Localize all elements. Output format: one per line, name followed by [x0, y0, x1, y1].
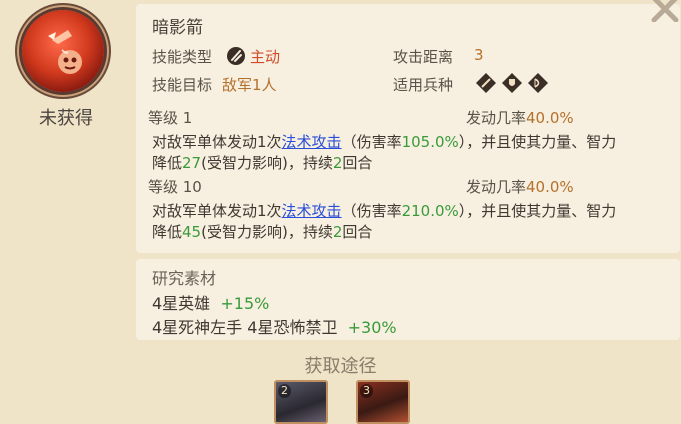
close-button[interactable] [650, 0, 680, 23]
acquire-route-title: 获取途径 [304, 356, 377, 377]
desc-text: ），并且使其力量、智力 [458, 133, 617, 151]
desc-text: ），并且使其力量、智力 [458, 202, 617, 220]
level-1-trigger-rate: 发动几率40.0% [466, 107, 574, 128]
level-1-label: 等级 1 [148, 109, 193, 127]
desc-text: 降低 [152, 154, 183, 172]
attack-range-value: 3 [474, 46, 484, 64]
skill-target-label: 技能目标 [152, 76, 213, 94]
desc-text: 对敌军单体发动1次 [152, 133, 282, 151]
unit-type-icons [476, 72, 554, 93]
desc-text: （伤害率 [341, 202, 402, 220]
sword-icon [476, 72, 496, 93]
research-row: 4星英雄 +15% [152, 290, 269, 314]
shadow-arrow-icon [48, 30, 82, 74]
level-10-description: 对敌军单体发动1次法术攻击（伤害率210.0%），并且使其力量、智力 降低45(… [152, 201, 616, 243]
turns-value: 2 [332, 154, 343, 172]
research-material-text: 4星死神左手 4星恐怖禁卫 [152, 318, 338, 337]
trigger-rate-label: 发动几率 [466, 178, 527, 196]
magic-attack-link[interactable]: 法术攻击 [282, 202, 342, 220]
skill-type-label: 技能类型 [152, 48, 213, 66]
star-badge: 3 [360, 384, 373, 398]
active-skill-icon [226, 46, 246, 66]
reduce-value: 27 [182, 154, 202, 172]
acquire-hero-card[interactable]: 2 [274, 380, 328, 424]
research-material-text: 4星英雄 [152, 294, 211, 313]
level-10-label: 等级 10 [148, 178, 202, 196]
desc-text: 降低 [152, 223, 183, 241]
unit-type-label: 适用兵种 [393, 76, 454, 94]
research-bonus: +30% [347, 318, 397, 337]
trigger-rate-value: 40.0% [526, 109, 574, 127]
skill-type-text: 主动 [250, 48, 281, 66]
desc-text: (受智力影响)，持续 [201, 223, 333, 241]
desc-text: 对敌军单体发动1次 [152, 202, 282, 220]
skill-icon [22, 10, 104, 92]
skill-type-value: 主动 [226, 46, 280, 67]
skill-name: 暗影箭 [152, 18, 203, 38]
level-10-trigger-rate: 发动几率40.0% [466, 176, 574, 197]
star-badge: 2 [278, 384, 291, 398]
damage-rate-value: 105.0% [401, 133, 459, 151]
trigger-rate-label: 发动几率 [466, 109, 527, 127]
close-icon [651, 0, 679, 23]
turns-value: 2 [332, 223, 343, 241]
skill-target-value: 敌军1人 [222, 76, 277, 94]
attack-range-label: 攻击距离 [393, 48, 454, 66]
desc-text: (受智力影响)，持续 [201, 154, 333, 172]
magic-attack-link[interactable]: 法术攻击 [282, 133, 342, 151]
research-row: 4星死神左手 4星恐怖禁卫 +30% [152, 314, 397, 338]
trigger-rate-value: 40.0% [526, 178, 574, 196]
research-bonus: +15% [220, 294, 270, 313]
shield-icon [502, 72, 522, 93]
level-1-description: 对敌军单体发动1次法术攻击（伤害率105.0%），并且使其力量、智力 降低27(… [152, 132, 616, 174]
bow-icon [528, 72, 548, 93]
reduce-value: 45 [182, 223, 202, 241]
acquire-hero-card[interactable]: 3 [356, 380, 410, 424]
research-title: 研究素材 [152, 269, 217, 288]
acquire-status: 未获得 [39, 108, 93, 129]
desc-text: 回合 [342, 154, 373, 172]
damage-rate-value: 210.0% [401, 202, 459, 220]
desc-text: （伤害率 [341, 133, 402, 151]
desc-text: 回合 [342, 223, 373, 241]
